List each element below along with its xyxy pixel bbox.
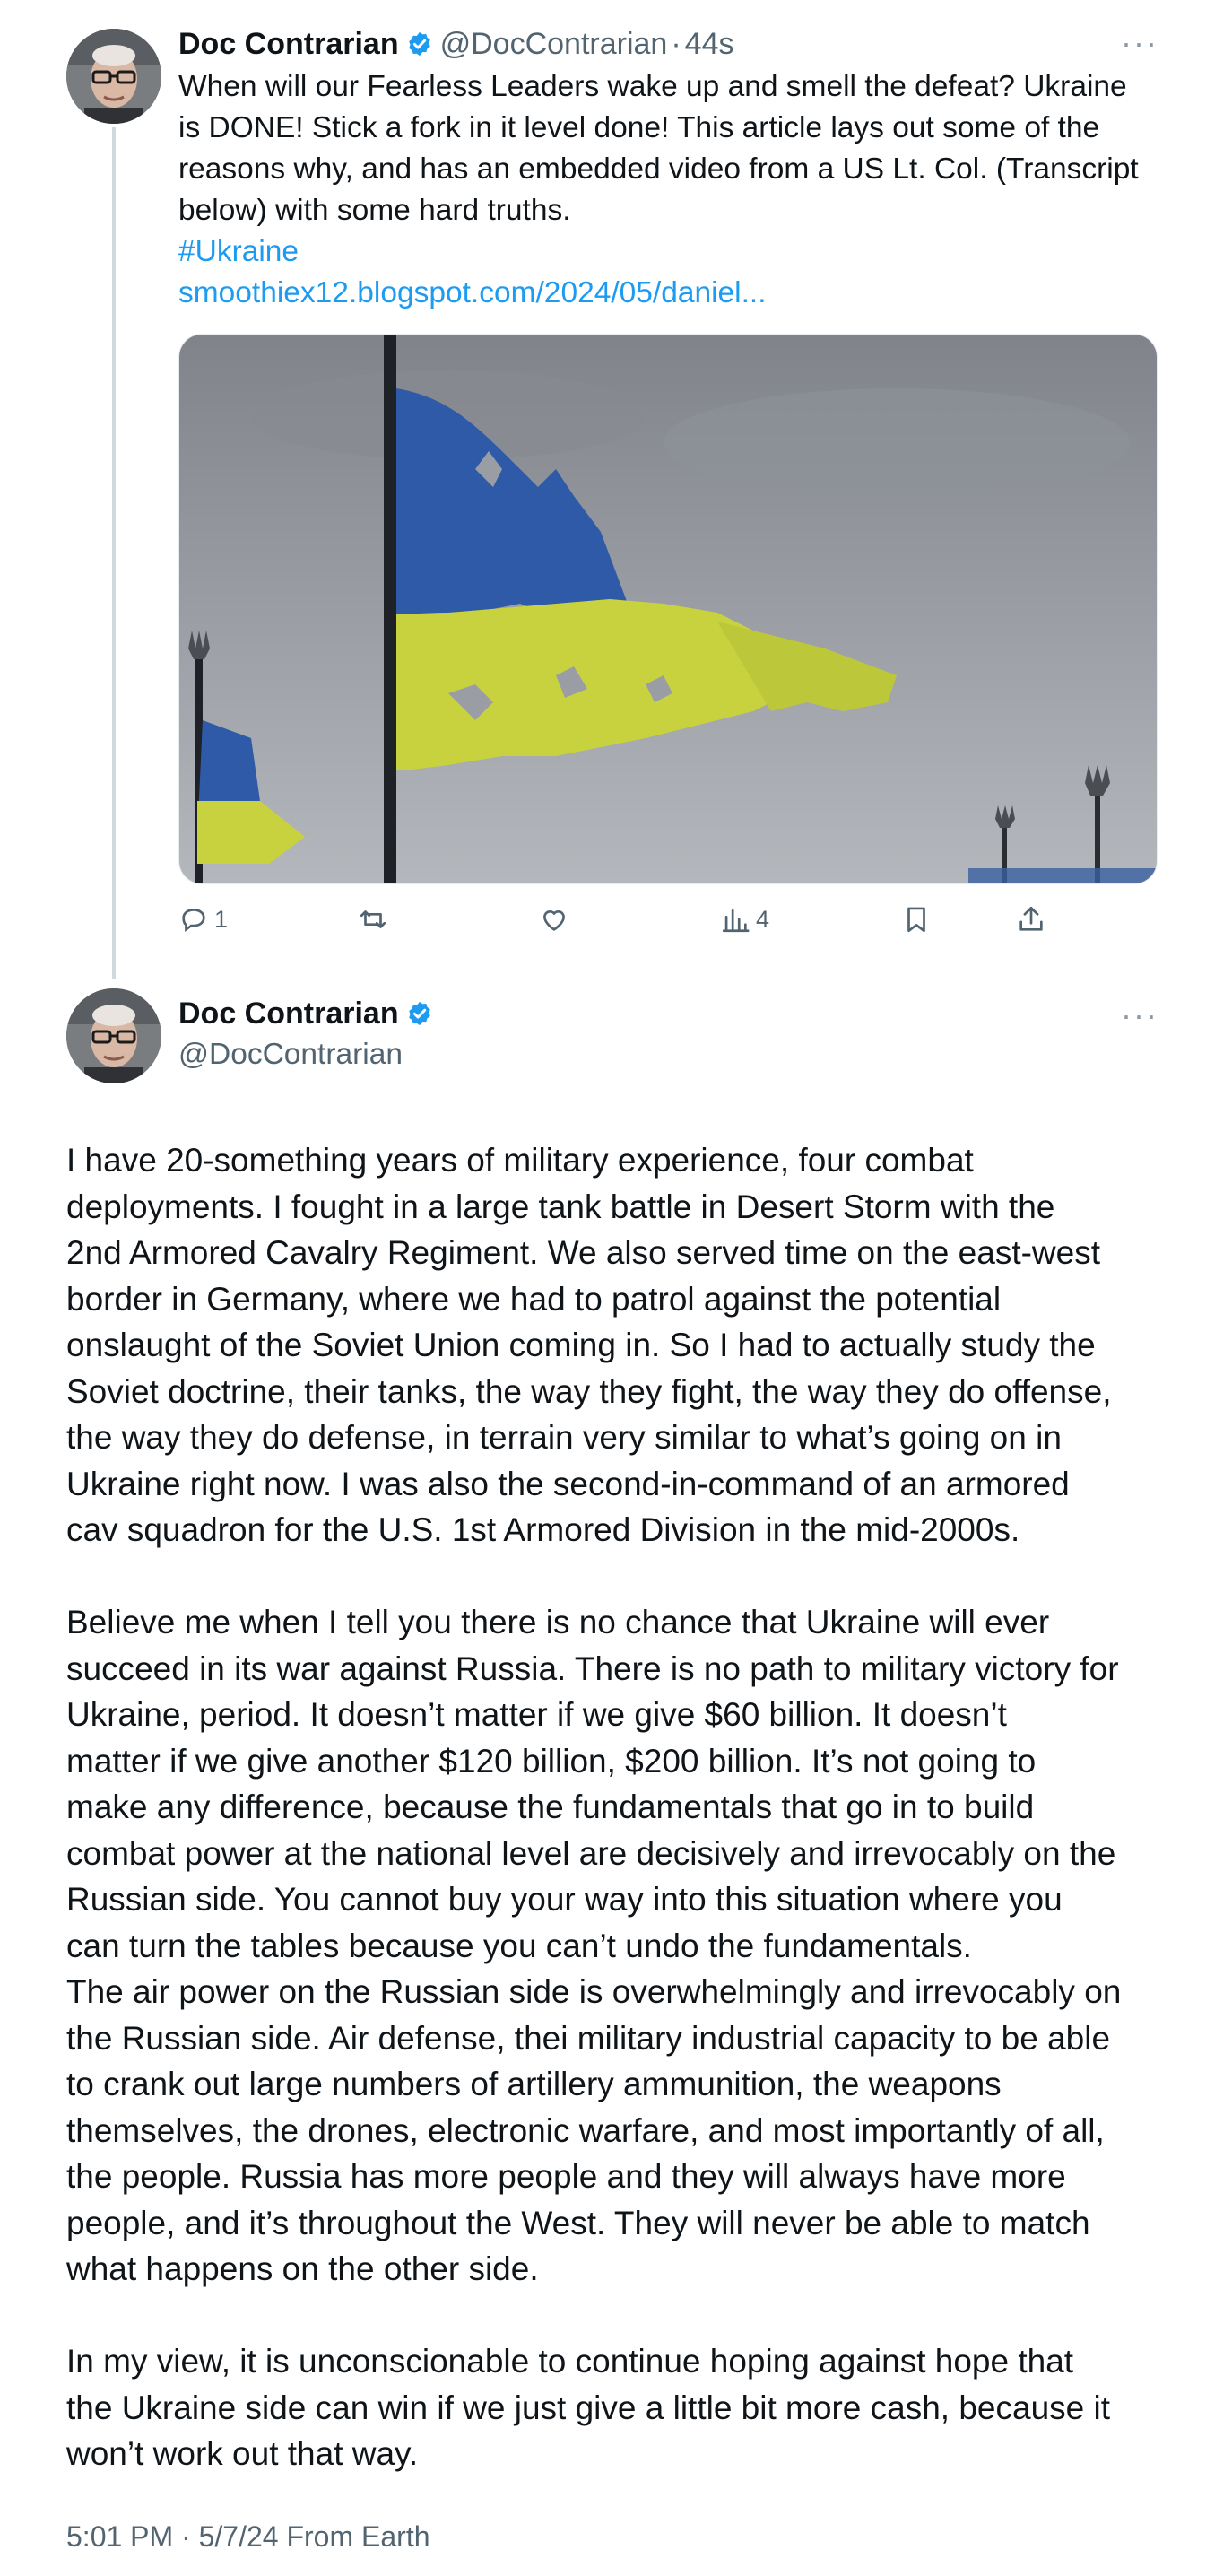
thread-connector-line [112,127,116,979]
article-link[interactable]: smoothiex12.blogspot.com/2024/05/daniel.… [178,273,1165,314]
display-name[interactable]: Doc Contrarian [178,24,399,64]
share-icon [1019,906,1043,931]
handle[interactable]: @DocContrarian [440,24,668,64]
tweet-action-bar: 1 4 [178,897,1084,942]
body-line: the Russian side. Air defense, thei mili… [66,2019,1111,2057]
avatar[interactable] [66,29,161,124]
body-line: succeed in its war against Russia. There… [66,1649,1119,1687]
tweet-text-line: When will our Fearless Leaders wake up a… [178,70,1127,103]
body-line: matter if we give another $120 billion, … [66,1742,1037,1780]
body-line: make any difference, because the fundame… [66,1788,1035,1825]
views-count: 4 [756,905,770,933]
retweet-button[interactable] [358,897,394,942]
body-line: I have 20-something years of military ex… [66,1142,974,1179]
reply-count: 1 [214,905,229,933]
body-line: people, and it’s throughout the West. Th… [66,2204,1090,2241]
share-button[interactable] [1016,897,1046,942]
avatar-image [66,988,161,1083]
handle[interactable]: @DocContrarian [178,1035,403,1075]
body-line: what happens on the other side. [66,2250,539,2287]
body-line: The air power on the Russian side is ove… [66,1973,1122,2010]
body-line: Soviet doctrine, their tanks, the way th… [66,1372,1112,1410]
bookmark-button[interactable] [901,897,932,942]
views-chart-icon [722,909,750,933]
paragraph: I have 20-something years of military ex… [66,1137,1169,1553]
body-line: Believe me when I tell you there is no c… [66,1604,1050,1640]
tattered-flag-illustration [179,335,1157,883]
reply-button[interactable]: 1 [178,897,228,942]
avatar-image [66,29,161,124]
body-line: border in Germany, where we had to patro… [66,1280,1002,1318]
tweet-text-line: below) with some hard truths. [178,194,571,227]
body-line: Ukraine right now. I was also the second… [66,1465,1070,1502]
body-line: the people. Russia has more people and t… [66,2158,1066,2195]
tweet-media-image[interactable] [178,334,1158,884]
body-line: themselves, the drones, electronic warfa… [66,2111,1105,2149]
paragraph: Believe me when I tell you there is no c… [66,1599,1169,2293]
bookmark-icon [907,907,925,933]
body-line: Russian side. You cannot buy your way in… [66,1881,1063,1918]
verified-badge-icon [408,31,430,57]
avatar[interactable] [66,988,161,1083]
body-line: 2nd Armored Cavalry Regiment. We also se… [66,1234,1100,1271]
timestamp[interactable]: 44s [685,24,734,64]
body-line: the Ukraine side can win if we just give… [66,2389,1111,2426]
body-line: onslaught of the Soviet Union coming in.… [66,1327,1096,1363]
more-options-icon[interactable]: ··· [1121,27,1158,59]
body-line: can turn the tables because you can’t un… [66,1927,972,1964]
paragraph: In my view, it is unconscionable to cont… [66,2338,1169,2477]
hashtag-link[interactable]: #Ukraine [178,231,1165,273]
separator-dot: · [671,27,681,61]
display-name[interactable]: Doc Contrarian [178,994,399,1033]
tweet-text-line: reasons why, and has an embedded video f… [178,152,1139,186]
tweet-timestamp-meta[interactable]: 5:01 PM · 5/7/24 From Earth [66,2517,430,2556]
body-line: cav squadron for the U.S. 1st Armored Di… [66,1511,1020,1548]
tweet-body: I have 20-something years of military ex… [66,1137,1169,2477]
body-line: the way they do defense, in terrain very… [66,1419,1062,1456]
heart-icon [543,909,565,931]
body-line: to crank out large numbers of artillery … [66,2066,1002,2102]
body-line: combat power at the national level are d… [66,1834,1116,1872]
retweet-icon [360,910,386,928]
tweet-header: Doc Contrarian [178,994,440,1033]
body-line: won’t work out that way. [66,2435,419,2472]
body-line: In my view, it is unconscionable to cont… [66,2343,1074,2380]
views-button[interactable]: 4 [720,897,769,942]
more-options-icon[interactable]: ··· [1121,999,1158,1031]
tweet-text-line: is DONE! Stick a fork in it level done! … [178,111,1100,144]
like-button[interactable] [539,897,575,942]
reply-icon [182,909,205,933]
tweet-text: When will our Fearless Leaders wake up a… [178,66,1165,314]
verified-badge-icon [408,1001,430,1026]
body-line: Ukraine, period. It doesn’t matter if we… [66,1696,1007,1733]
body-line: deployments. I fought in a large tank ba… [66,1188,1055,1225]
tweet-header: Doc Contrarian @DocContrarian · 44s [178,24,733,64]
